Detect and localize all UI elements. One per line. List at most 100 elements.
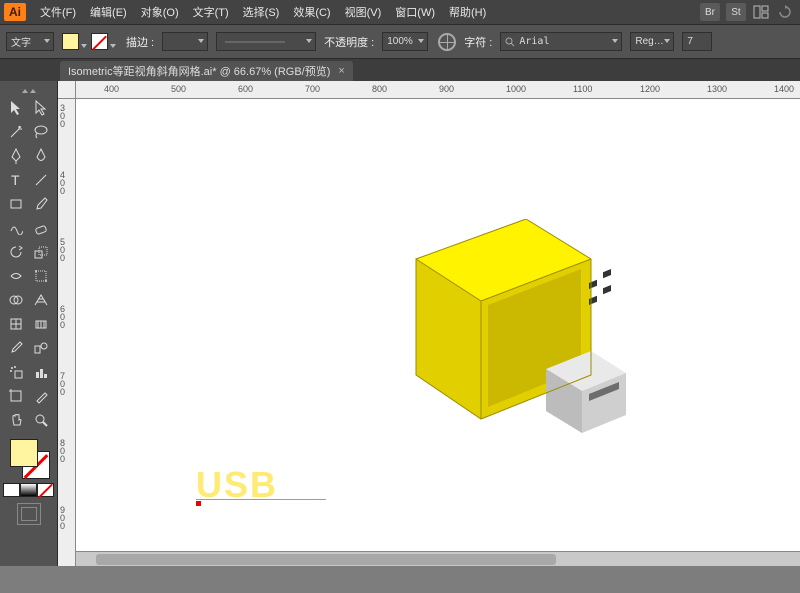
canvas-area[interactable]: 40050060070080090010001100120013001400 3…	[58, 81, 800, 566]
fill-stroke-control[interactable]	[8, 437, 50, 479]
vertical-ruler[interactable]: 3004005006007008009001000	[58, 99, 76, 566]
font-style-dropdown[interactable]: Reg…	[630, 32, 674, 51]
shaper-tool[interactable]	[4, 217, 29, 239]
paintbrush-tool[interactable]	[29, 193, 54, 215]
font-family-input[interactable]: Arial	[500, 32, 622, 51]
perspective-grid-tool[interactable]	[29, 289, 54, 311]
ruler-origin[interactable]	[58, 81, 76, 99]
hand-tool[interactable]	[4, 409, 29, 431]
document-tab[interactable]: Isometric等距视角斜角网格.ai* @ 66.67% (RGB/预览) …	[60, 61, 353, 81]
screen-mode[interactable]	[17, 503, 41, 525]
blend-tool[interactable]	[29, 337, 54, 359]
selection-tool[interactable]	[4, 97, 29, 119]
free-transform-tool[interactable]	[29, 265, 54, 287]
fill-swatch[interactable]	[62, 33, 79, 50]
menu-select[interactable]: 选择(S)	[243, 4, 280, 20]
work-area: T 40050060070080090010001100120013001400…	[0, 81, 800, 566]
stroke-swatch[interactable]	[91, 33, 108, 50]
font-family-value: Arial	[519, 36, 549, 47]
ruler-tick: 700	[60, 372, 65, 396]
lasso-tool[interactable]	[29, 121, 54, 143]
artboard[interactable]: USB	[76, 99, 800, 559]
slice-tool[interactable]	[29, 385, 54, 407]
font-size-input[interactable]: 7	[682, 32, 712, 51]
ruler-tick: 1100	[573, 84, 592, 94]
artboard-tool[interactable]	[4, 385, 29, 407]
menu-type[interactable]: 文字(T)	[193, 4, 229, 20]
stroke-weight-input[interactable]	[162, 32, 208, 51]
rectangle-tool[interactable]	[4, 193, 29, 215]
search-icon	[505, 37, 515, 47]
ruler-tick: 500	[60, 238, 65, 262]
stock-button[interactable]: St	[726, 3, 746, 21]
ruler-tick: 600	[238, 84, 253, 94]
horizontal-scrollbar[interactable]	[76, 551, 800, 566]
tools-panel: T	[0, 81, 58, 566]
gradient-tool[interactable]	[29, 313, 54, 335]
bridge-button[interactable]: Br	[700, 3, 720, 21]
scale-tool[interactable]	[29, 241, 54, 263]
zoom-tool[interactable]	[29, 409, 54, 431]
color-mode-none[interactable]	[37, 483, 54, 497]
direct-selection-tool[interactable]	[29, 97, 54, 119]
app-logo: Ai	[4, 3, 26, 21]
pen-tool[interactable]	[4, 145, 29, 167]
menu-object[interactable]: 对象(O)	[141, 4, 179, 20]
opacity-value: 100%	[387, 36, 413, 47]
color-mode-row	[3, 483, 54, 497]
sync-icon[interactable]	[776, 3, 794, 21]
horizontal-ruler[interactable]: 40050060070080090010001100120013001400	[76, 81, 800, 99]
control-bar: 文字 描边 : 不透明度 : 100% 字符 : Arial Reg… 7	[0, 25, 800, 59]
ruler-tick: 800	[60, 439, 65, 463]
tool-mode-dropdown[interactable]: 文字	[6, 32, 54, 51]
usb-illustration[interactable]	[376, 219, 636, 459]
menu-edit[interactable]: 编辑(E)	[90, 4, 127, 20]
menu-file[interactable]: 文件(F)	[40, 4, 76, 20]
column-graph-tool[interactable]	[29, 361, 54, 383]
ruler-tick: 500	[171, 84, 186, 94]
ruler-tick: 800	[372, 84, 387, 94]
character-label: 字符 :	[464, 34, 492, 50]
status-bar	[0, 566, 800, 593]
panel-grip-icon[interactable]	[14, 85, 44, 93]
menu-window[interactable]: 窗口(W)	[395, 4, 435, 20]
ruler-tick: 400	[104, 84, 119, 94]
ruler-tick: 1400	[774, 84, 794, 94]
width-tool[interactable]	[4, 265, 29, 287]
fill-color-box[interactable]	[10, 439, 38, 467]
close-tab-icon[interactable]: ×	[338, 65, 344, 77]
eyedropper-tool[interactable]	[4, 337, 29, 359]
brush-dropdown[interactable]	[216, 32, 316, 51]
curvature-tool[interactable]	[29, 145, 54, 167]
mesh-tool[interactable]	[4, 313, 29, 335]
menu-view[interactable]: 视图(V)	[345, 4, 382, 20]
eraser-tool[interactable]	[29, 217, 54, 239]
stroke-label: 描边 :	[126, 34, 154, 50]
text-baseline	[196, 499, 326, 500]
arrange-icon[interactable]	[752, 3, 770, 21]
ruler-tick: 1000	[506, 84, 526, 94]
recolor-icon[interactable]	[438, 33, 456, 51]
line-tool[interactable]	[29, 169, 54, 191]
fill-dropdown-icon[interactable]	[81, 44, 87, 48]
ruler-tick: 300	[60, 104, 65, 128]
symbol-sprayer-tool[interactable]	[4, 361, 29, 383]
ruler-tick: 400	[60, 171, 65, 195]
text-anchor-icon	[196, 501, 201, 506]
shape-builder-tool[interactable]	[4, 289, 29, 311]
ruler-tick: 900	[439, 84, 454, 94]
document-tab-strip: Isometric等距视角斜角网格.ai* @ 66.67% (RGB/预览) …	[0, 59, 800, 81]
magic-wand-tool[interactable]	[4, 121, 29, 143]
menu-bar: Ai 文件(F) 编辑(E) 对象(O) 文字(T) 选择(S) 效果(C) 视…	[0, 0, 800, 25]
rotate-tool[interactable]	[4, 241, 29, 263]
ruler-tick: 700	[305, 84, 320, 94]
stroke-dropdown-icon[interactable]	[110, 44, 116, 48]
menu-help[interactable]: 帮助(H)	[449, 4, 486, 20]
color-mode-solid[interactable]	[3, 483, 20, 497]
tool-mode-label: 文字	[11, 34, 31, 49]
menu-effect[interactable]: 效果(C)	[293, 4, 330, 20]
scrollbar-thumb[interactable]	[96, 554, 556, 565]
color-mode-gradient[interactable]	[20, 483, 37, 497]
type-tool[interactable]: T	[4, 169, 29, 191]
opacity-input[interactable]: 100%	[382, 32, 428, 51]
